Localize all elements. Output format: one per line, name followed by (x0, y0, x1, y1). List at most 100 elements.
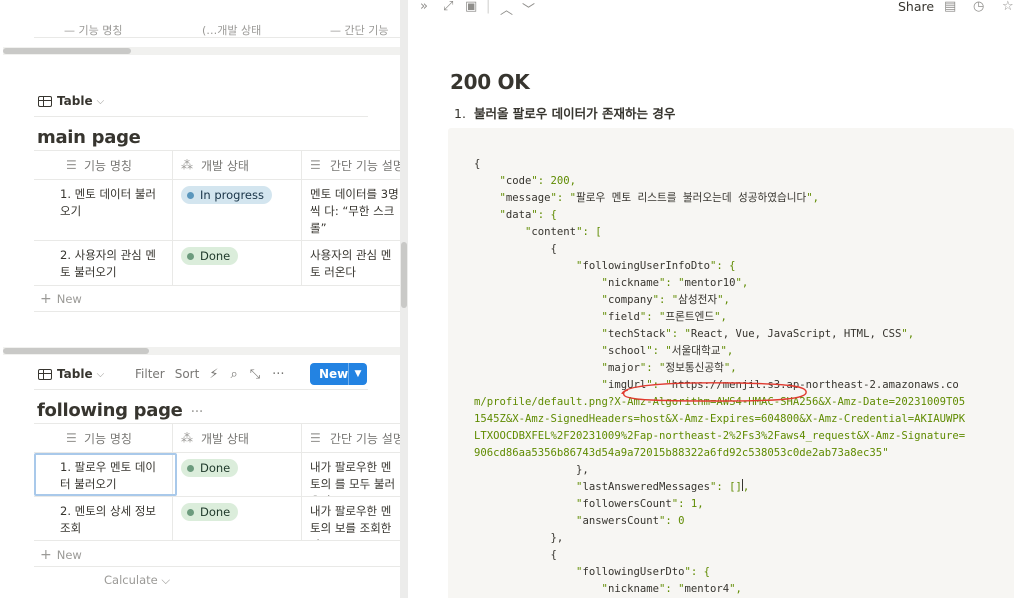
status-heading: 200 OK (450, 70, 530, 94)
status-spinner-icon: ⁂ (181, 158, 193, 172)
row-name[interactable]: 2. 사용자의 관심 멘토 불러오기 (34, 241, 173, 285)
column-header-desc[interactable]: ☰ 간단 기능 설명 (302, 424, 400, 452)
scrollbar-thumb[interactable] (3, 48, 131, 54)
horizontal-scrollbar[interactable] (3, 347, 400, 355)
table-icon (38, 368, 52, 380)
code-line: "code": 200, (474, 175, 577, 187)
code-line: 1545Z&X-Amz-SignedHeaders=host&X-Amz-Exp… (474, 413, 966, 425)
code-block[interactable]: { "code": 200, "message": "팔로우 멘토 리스트를 불… (448, 128, 1014, 598)
more-icon[interactable]: ··· (191, 404, 204, 420)
table-row[interactable]: 1. 팔로우 멘토 데이터 불러오기 Done 내가 팔로우한 멘토의 를 모두… (34, 453, 400, 497)
row-name[interactable]: 1. 멘토 데이터 불러오기 (34, 180, 173, 240)
code-line: "field": "프론트엔드", (474, 311, 727, 323)
chevron-down-icon: ⌵ (161, 573, 171, 587)
add-new-row-button[interactable]: + New (40, 547, 82, 563)
code-line: "followingUserDto": { (474, 566, 711, 578)
text-lines-icon: ☰ (310, 158, 321, 172)
code-line: "followingUserInfoDto": { (474, 260, 736, 272)
chevron-down-icon: ⌵ (96, 95, 105, 107)
view-divider (34, 116, 368, 117)
chevron-down-icon: ⌵ (96, 368, 105, 380)
partial-col-2: (…개발 상태 (202, 24, 262, 37)
text-lines-icon: ☰ (66, 158, 77, 172)
numbered-list-item: 1. 불러올 팔로우 데이터가 존재하는 경우 (454, 106, 676, 121)
column-header-status[interactable]: ⁂ 개발 상태 (173, 151, 302, 179)
table-bottom-border (34, 566, 400, 567)
following-page-title[interactable]: following page ··· (37, 400, 203, 421)
table-row[interactable]: 2. 사용자의 관심 멘토 불러오기 Done 사용자의 관심 멘토 러온다 (34, 241, 400, 286)
code-line: "message": "팔로우 멘토 리스트를 불러오는데 성공하였습니다", (474, 192, 820, 204)
code-line: { (474, 243, 557, 255)
row-desc[interactable]: 내가 팔로우한 멘토의 를 모두 불러온다 (302, 453, 400, 496)
horizontal-scrollbar[interactable] (3, 47, 400, 55)
column-header-desc[interactable]: ☰ 간단 기능 설명 (302, 151, 400, 179)
status-badge: Done (181, 503, 239, 521)
table-row[interactable]: 1. 멘토 데이터 불러오기 In progress 멘토 데이터를 3명씩 다… (34, 180, 400, 241)
code-line: }, (474, 532, 564, 544)
plus-icon: + (40, 547, 52, 563)
star-icon[interactable]: ☆ (1002, 0, 1014, 14)
code-line: 906cd86aa5356b86743d54a9a72015b88322a6fd… (474, 447, 889, 459)
table-row[interactable]: 2. 멘토의 상세 정보 조회 Done 내가 팔로우한 멘토의 보를 조회한다 (34, 497, 400, 541)
pane-splitter[interactable] (400, 0, 408, 598)
history-clock-icon[interactable]: ◷ (973, 0, 984, 14)
double-chevron-right-icon[interactable]: » (420, 0, 428, 14)
row-name[interactable]: 2. 멘토의 상세 정보 조회 (34, 497, 173, 540)
filter-button[interactable]: Filter (135, 367, 165, 381)
partial-col-1: — 기능 명칭 (64, 24, 123, 37)
json-code[interactable]: { "code": 200, "message": "팔로우 멘토 리스트를 불… (474, 156, 1004, 598)
status-badge: In progress (181, 186, 272, 204)
row-desc[interactable]: 멘토 데이터를 3명씩 다: “무한 스크롤” (302, 180, 400, 240)
code-line: "nickname": "mentor10", (474, 277, 749, 289)
sort-button[interactable]: Sort (175, 367, 200, 381)
new-button[interactable]: New ▼ (310, 363, 367, 385)
code-line: "data": { (474, 209, 557, 221)
status-spinner-icon: ⁂ (181, 431, 193, 445)
scrollbar-thumb[interactable] (3, 348, 149, 354)
search-icon[interactable]: ⌕ (230, 367, 237, 382)
main-view-tab[interactable]: Table ⌵ (38, 90, 104, 112)
row-status[interactable]: Done (173, 497, 302, 540)
row-desc[interactable]: 내가 팔로우한 멘토의 보를 조회한다 (302, 497, 400, 540)
column-header-name[interactable]: ☰ 기능 명칭 (34, 151, 173, 179)
chevron-up-icon[interactable]: ︿ (500, 0, 513, 18)
top-partial-table-header: — 기능 명칭 (…개발 상태 — 간단 기능 (34, 12, 400, 38)
add-new-row-button[interactable]: + New (40, 291, 82, 307)
more-icon[interactable]: ··· (272, 367, 284, 382)
expand-icon[interactable]: ⤢ (443, 0, 453, 14)
share-button[interactable]: Share (898, 0, 934, 14)
code-line: }, (474, 464, 589, 476)
table-header: ☰ 기능 명칭 ⁂ 개발 상태 ☰ 간단 기능 설명 (34, 423, 400, 453)
column-header-status[interactable]: ⁂ 개발 상태 (173, 424, 302, 452)
chevron-down-icon[interactable]: ▼ (349, 369, 367, 379)
following-view-tab[interactable]: Table ⌵ (38, 363, 104, 385)
table-bottom-border (34, 311, 400, 312)
comment-icon[interactable]: ▤ (944, 0, 956, 14)
scrollbar-thumb[interactable] (401, 242, 407, 308)
code-line: { (474, 158, 481, 170)
code-line: LTXOOCDBXFEL%2F20231009%2Fap-northeast-2… (474, 430, 966, 442)
chevron-down-icon[interactable]: ﹀ (522, 0, 535, 18)
plus-icon: + (40, 291, 52, 307)
code-line: "nickname": "mentor4", (474, 583, 742, 595)
code-line: { (474, 549, 557, 561)
code-line: "followersCount": 1, (474, 498, 704, 510)
code-line: "lastAnsweredMessages": [], (474, 479, 750, 493)
lightning-icon[interactable]: ⚡︎ (209, 367, 218, 382)
calculate-button[interactable]: Calculate ⌵ (104, 573, 170, 588)
column-header-name[interactable]: ☰ 기능 명칭 (34, 424, 173, 452)
row-name[interactable]: 1. 팔로우 멘토 데이터 불러오기 (34, 453, 173, 496)
main-page-title[interactable]: main page (37, 127, 141, 148)
row-status[interactable]: In progress (173, 180, 302, 240)
code-line: "answersCount": 0 (474, 515, 685, 527)
expand-icon[interactable]: ⤡ (250, 367, 260, 382)
peek-page-pane: » ⤢ ▣ | ︿ ﹀ Share ▤ ◷ ☆ 200 OK 1. 불러올 팔로우… (408, 0, 1020, 598)
following-table: ☰ 기능 명칭 ⁂ 개발 상태 ☰ 간단 기능 설명 1. 팔로우 멘토 데이터 불러… (34, 423, 400, 541)
side-peek-icon[interactable]: ▣ (465, 0, 477, 14)
text-lines-icon: ☰ (310, 431, 321, 445)
row-status[interactable]: Done (173, 453, 302, 496)
row-status[interactable]: Done (173, 241, 302, 285)
status-badge: Done (181, 247, 239, 265)
peek-topbar: » ⤢ ▣ | ︿ ﹀ Share ▤ ◷ ☆ (420, 0, 1014, 18)
row-desc[interactable]: 사용자의 관심 멘토 러온다 (302, 241, 400, 285)
